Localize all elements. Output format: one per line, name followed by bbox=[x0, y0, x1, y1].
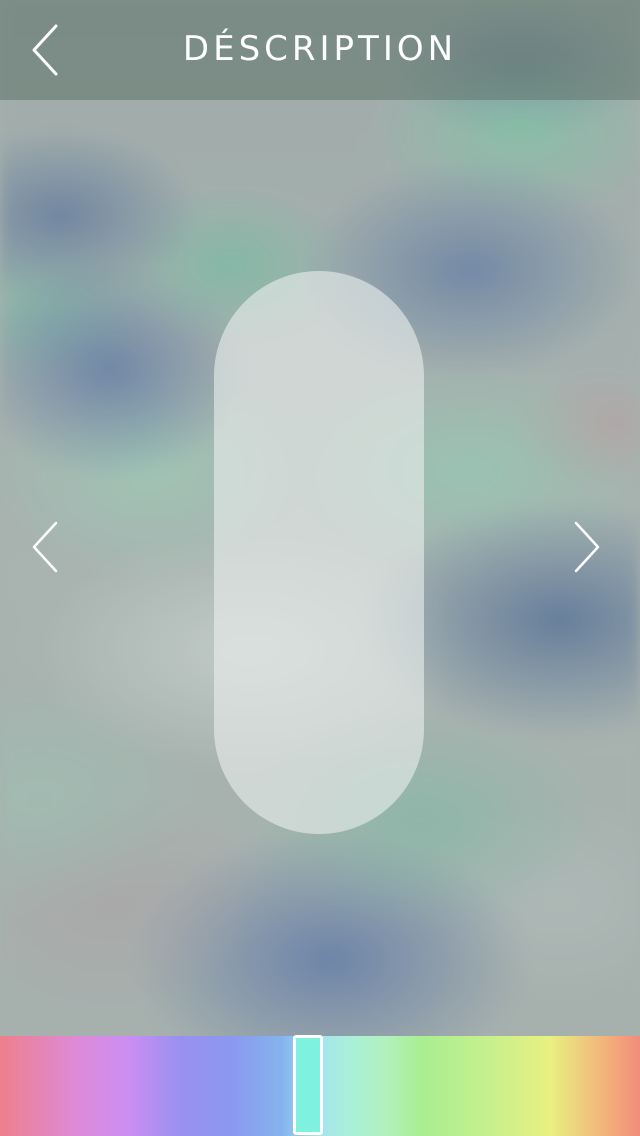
page-title: DÉSCRIPTION bbox=[182, 29, 458, 69]
chevron-left-icon bbox=[18, 20, 74, 80]
chevron-right-icon bbox=[566, 515, 606, 579]
capsule-shape[interactable] bbox=[214, 271, 424, 834]
color-slider-handle[interactable] bbox=[293, 1035, 323, 1135]
top-bar: DÉSCRIPTION bbox=[0, 0, 640, 100]
back-button[interactable] bbox=[18, 20, 74, 80]
chevron-left-icon bbox=[26, 515, 66, 579]
screen: DÉSCRIPTION bbox=[0, 0, 640, 1136]
next-button[interactable] bbox=[566, 515, 606, 579]
previous-button[interactable] bbox=[26, 515, 66, 579]
